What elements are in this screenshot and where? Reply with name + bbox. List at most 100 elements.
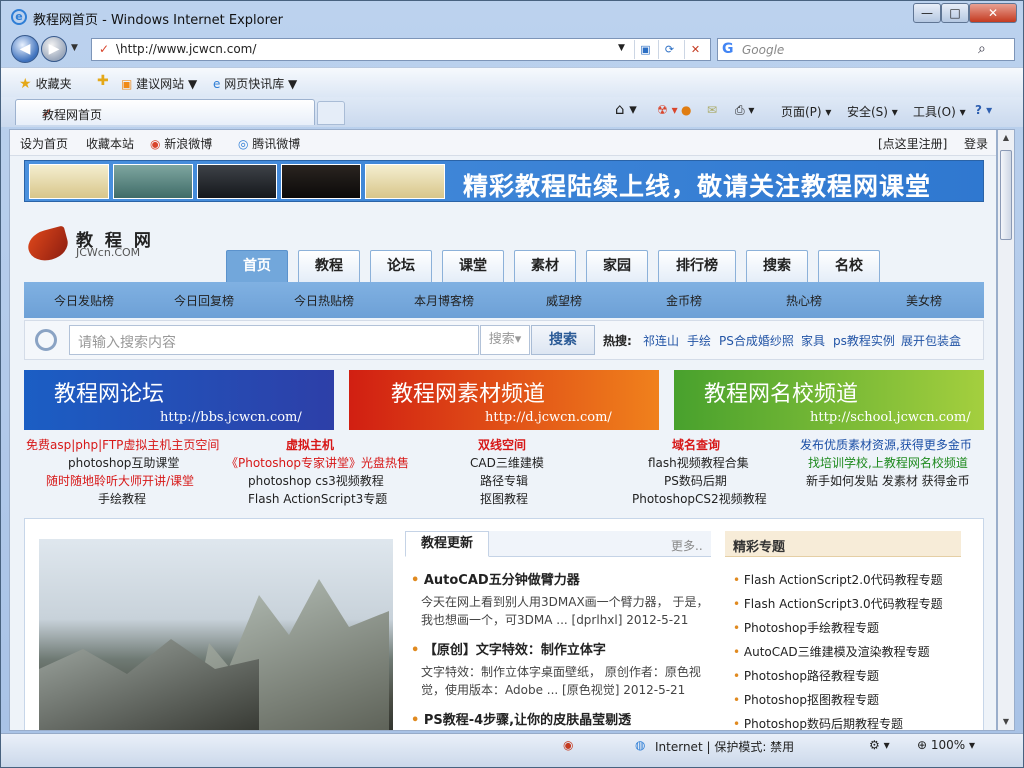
privacy-icon[interactable]: ◉ <box>563 738 573 752</box>
schools-channel-banner[interactable]: 教程网名校频道 http://school.jcwcn.com/ <box>674 370 984 430</box>
scroll-thumb[interactable] <box>1000 150 1012 240</box>
hot-search-link[interactable]: PS合成婚纱照 <box>719 332 794 349</box>
promo-link[interactable]: 双线空间 <box>478 436 526 453</box>
address-input[interactable]: \http://www.jcwcn.com/ <box>116 42 256 56</box>
special-link[interactable]: Flash ActionScript3.0代码教程专题 <box>733 595 943 612</box>
back-button[interactable]: ◀ <box>11 35 39 63</box>
print-icon[interactable]: ⎙ ▾ <box>735 103 754 118</box>
promo-link[interactable]: 新手如何发贴 发素材 获得金币 <box>806 472 970 489</box>
hot-search-link[interactable]: 手绘 <box>687 332 711 349</box>
promo-link[interactable]: CAD三维建模 <box>470 454 544 471</box>
page-menu[interactable]: 页面(P) ▾ <box>781 103 831 120</box>
tencent-weibo-link[interactable]: ◎ 腾讯微博 <box>238 135 300 152</box>
special-link[interactable]: Flash ActionScript2.0代码教程专题 <box>733 571 943 588</box>
subnav-item[interactable]: 本月博客榜 <box>414 292 474 309</box>
scroll-up-icon[interactable]: ▲ <box>998 130 1014 146</box>
vertical-scrollbar[interactable]: ▲ ▼ <box>997 129 1015 731</box>
new-tab-button[interactable] <box>317 101 345 125</box>
set-homepage-link[interactable]: 设为首页 <box>20 135 68 152</box>
promo-link[interactable]: 《Photoshop专家讲堂》光盘热售 <box>226 454 409 471</box>
promo-link[interactable]: 随时随地聆听大师开讲/课堂 <box>46 472 194 489</box>
subnav-item[interactable]: 热心榜 <box>786 292 822 309</box>
hot-search-link[interactable]: ps教程实例 <box>833 332 895 349</box>
special-link[interactable]: Photoshop数码后期教程专题 <box>733 715 903 730</box>
tab-tutorials[interactable]: 教程 <box>298 250 360 282</box>
special-link[interactable]: Photoshop手绘教程专题 <box>733 619 879 636</box>
promo-link[interactable]: photoshop cs3视频教程 <box>248 472 384 489</box>
site-search-button[interactable]: 搜索 <box>531 325 595 355</box>
refresh-icon[interactable]: ⟳ <box>658 40 680 59</box>
help-icon[interactable]: ? ▾ <box>975 103 992 117</box>
site-search-input[interactable]: 请输入搜索内容 <box>69 325 479 355</box>
promo-link[interactable]: photoshop互助课堂 <box>68 454 179 471</box>
safety-menu[interactable]: 安全(S) ▾ <box>847 103 898 120</box>
article-title[interactable]: AutoCAD五分钟做臂力器 <box>411 569 580 588</box>
subnav-item[interactable]: 金币榜 <box>666 292 702 309</box>
promo-link[interactable]: 找培训学校,上教程网名校频道 <box>808 454 968 471</box>
hot-search-link[interactable]: 展开包装盒 <box>901 332 961 349</box>
subnav-item[interactable]: 今日热贴榜 <box>294 292 354 309</box>
tab-home-page[interactable]: 首页 <box>226 250 288 282</box>
site-logo[interactable]: 教 程 网 JCWcn.COM <box>24 225 158 266</box>
stop-icon[interactable]: ✕ <box>684 40 706 59</box>
subnav-item[interactable]: 威望榜 <box>546 292 582 309</box>
forum-channel-banner[interactable]: 教程网论坛 http://bbs.jcwcn.com/ <box>24 370 334 430</box>
suggested-sites-link[interactable]: ▣ 建议网站 ▼ <box>121 75 197 92</box>
tab-materials[interactable]: 素材 <box>514 250 576 282</box>
subnav-item[interactable]: 美女榜 <box>906 292 942 309</box>
promo-link[interactable]: flash视频教程合集 <box>648 454 749 471</box>
protected-mode-icon[interactable]: ⚙ ▾ <box>869 738 890 752</box>
home-icon[interactable]: ⌂ ▾ <box>615 100 637 118</box>
article-title[interactable]: PS教程-4步骤,让你的皮肤晶莹剔透 <box>411 709 631 728</box>
rss-feeds-icon[interactable]: ☢ ▾ <box>657 103 678 117</box>
promo-link[interactable]: 域名查询 <box>672 436 720 453</box>
tools-menu[interactable]: 工具(O) ▾ <box>913 103 966 120</box>
search-icon[interactable]: ⌕ <box>978 41 986 57</box>
tab-search[interactable]: 搜索 <box>746 250 808 282</box>
bookmark-site-link[interactable]: 收藏本站 <box>86 135 134 152</box>
recent-pages-dropdown-icon[interactable]: ▼ <box>71 43 78 53</box>
add-favorite-icon[interactable]: ✚ <box>97 73 109 89</box>
promo-link[interactable]: 虚拟主机 <box>286 436 334 453</box>
promo-link[interactable]: 发布优质素材资源,获得更多金币 <box>800 436 972 453</box>
login-link[interactable]: 登录 <box>964 135 988 152</box>
materials-channel-banner[interactable]: 教程网素材频道 http://d.jcwcn.com/ <box>349 370 659 430</box>
special-link[interactable]: Photoshop路径教程专题 <box>733 667 879 684</box>
promo-link[interactable]: 抠图教程 <box>480 490 528 507</box>
address-bar[interactable]: ✓ \http://www.jcwcn.com/ ▼ ▣ ⟳ ✕ <box>91 38 711 61</box>
mail-icon[interactable]: ✉ <box>707 103 717 117</box>
updates-tab[interactable]: 教程更新 <box>405 531 489 557</box>
tab-schools[interactable]: 名校 <box>818 250 880 282</box>
tab-home[interactable]: ✓ 教程网首页 <box>15 99 315 125</box>
subnav-item[interactable]: 今日回复榜 <box>174 292 234 309</box>
address-dropdown-icon[interactable]: ▼ <box>618 43 625 53</box>
maximize-button[interactable]: □ <box>941 3 969 23</box>
promo-link[interactable]: PhotoshopCS2视频教程 <box>632 490 767 507</box>
search-box[interactable]: G Google ⌕ <box>717 38 1015 61</box>
close-button[interactable]: ✕ <box>969 3 1017 23</box>
favorites-button[interactable]: ★ 收藏夹 <box>19 75 72 92</box>
minimize-button[interactable]: — <box>913 3 941 23</box>
subnav-item[interactable]: 今日发贴榜 <box>54 292 114 309</box>
promo-link[interactable]: 手绘教程 <box>98 490 146 507</box>
special-link[interactable]: AutoCAD三维建模及渲染教程专题 <box>733 643 930 660</box>
tab-forum[interactable]: 论坛 <box>370 250 432 282</box>
scroll-down-icon[interactable]: ▼ <box>998 714 1014 730</box>
article-title[interactable]: 【原创】文字特效：制作立体字 <box>411 639 606 658</box>
promo-link[interactable]: 路径专辑 <box>480 472 528 489</box>
tab-classroom[interactable]: 课堂 <box>442 250 504 282</box>
forward-button[interactable]: ▶ <box>41 36 67 62</box>
more-link[interactable]: 更多.. <box>671 537 703 554</box>
tab-rankings[interactable]: 排行榜 <box>658 250 736 282</box>
search-input[interactable]: Google <box>742 43 784 57</box>
featured-photo[interactable] <box>39 539 393 730</box>
read-mail-icon[interactable]: ● <box>681 103 691 117</box>
promo-link[interactable]: PS数码后期 <box>664 472 727 489</box>
tab-home-garden[interactable]: 家园 <box>586 250 648 282</box>
compatibility-view-icon[interactable]: ▣ <box>634 40 656 59</box>
special-link[interactable]: Photoshop抠图教程专题 <box>733 691 879 708</box>
top-banner[interactable]: 精彩教程陆续上线，敬请关注教程网课堂 <box>24 160 984 202</box>
register-link[interactable]: [点这里注册] <box>878 135 947 152</box>
search-type-select[interactable]: 搜索▾ <box>480 325 530 355</box>
promo-link[interactable]: Flash ActionScript3专题 <box>248 490 387 507</box>
